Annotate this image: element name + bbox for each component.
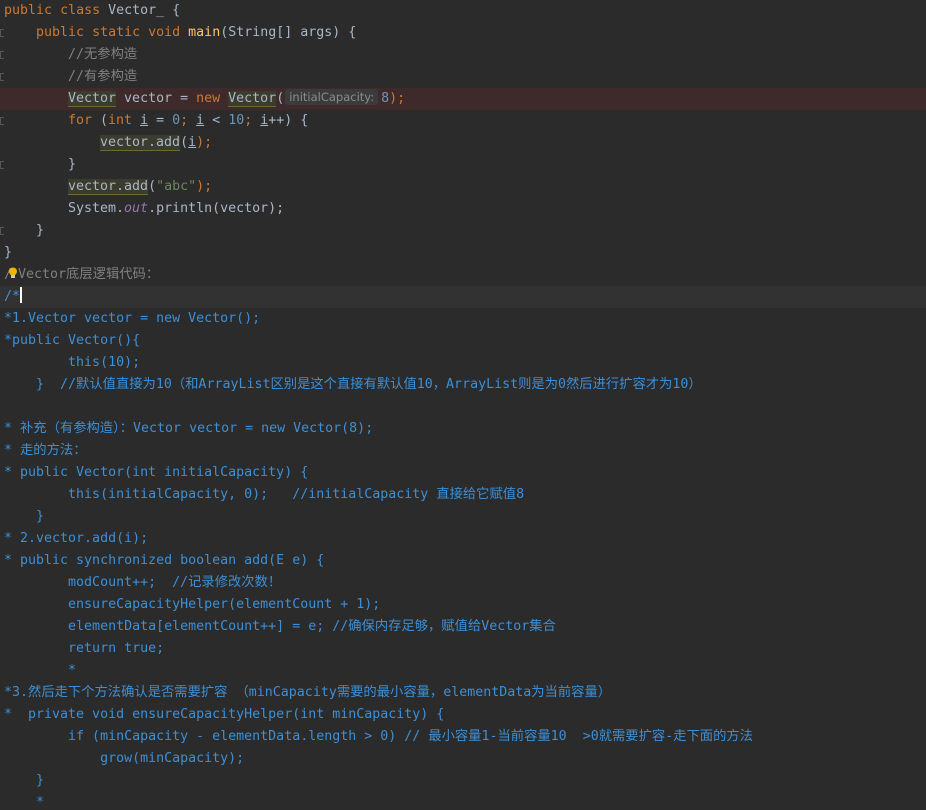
comment-line[interactable]: * (0, 660, 926, 682)
comment-line[interactable]: * public Vector(int initialCapacity) { (0, 462, 926, 484)
line-comment: //无参构造 (68, 47, 138, 62)
code-line[interactable]: System.out.println(vector); (0, 198, 926, 220)
number-literal: 8 (381, 91, 390, 106)
line-comment: //有参构造 (68, 69, 138, 84)
class-name: Vector_ (108, 3, 165, 18)
comment-line[interactable]: *public Vector(){ (0, 330, 926, 352)
code-line[interactable]: vector.add("abc"); (0, 176, 926, 198)
comment-line[interactable]: if (minCapacity - elementData.length > 0… (0, 726, 926, 748)
block-comment-open: /* (4, 289, 21, 304)
loop-variable: i (140, 113, 149, 128)
comment-line[interactable]: * 走的方法： (0, 440, 926, 462)
brace: { (172, 3, 181, 18)
comment-line[interactable]: modCount++; //记录修改次数！ (0, 572, 926, 594)
keyword: int (108, 113, 133, 128)
comment-line[interactable]: *3.然后走下个方法确认是否需要扩容 （minCapacity需要的最小容量，e… (0, 682, 926, 704)
keyword: class (60, 3, 101, 18)
code-line[interactable]: } (0, 242, 926, 264)
keyword: new (196, 91, 221, 106)
comment-line[interactable]: grow(minCapacity); (0, 748, 926, 770)
comment-line[interactable] (0, 396, 926, 418)
type-name: Vector (68, 91, 117, 107)
comment-line[interactable]: this(10); (0, 352, 926, 374)
method-call: vector.add (100, 135, 181, 151)
loop-variable: i (196, 113, 205, 128)
code-line[interactable]: //无参构造 (0, 44, 926, 66)
code-line[interactable]: } (0, 154, 926, 176)
variable-decl: vector = (116, 91, 197, 106)
code-line-highlighted[interactable]: Vector vector = new Vector(initialCapaci… (0, 88, 926, 110)
method-call: vector.add (68, 179, 149, 195)
static-field: out (124, 201, 149, 216)
keyword: void (148, 25, 181, 40)
code-line[interactable]: } (0, 220, 926, 242)
comment-line[interactable]: elementData[elementCount++] = e; //确保内存足… (0, 616, 926, 638)
lightbulb-icon[interactable] (8, 267, 18, 279)
comment-line[interactable]: *1.Vector vector = new Vector(); (0, 308, 926, 330)
code-line[interactable]: for (int i = 0; i < 10; i++) { (0, 110, 926, 132)
comment-line[interactable]: * 2.vector.add(i); (0, 528, 926, 550)
method-params: (String[] args) { (220, 25, 357, 40)
code-line[interactable]: vector.add(i); (0, 132, 926, 154)
keyword: public (4, 3, 53, 18)
comment-line[interactable]: } (0, 506, 926, 528)
comment-line[interactable]: * (0, 792, 926, 810)
parameter-hint: initialCapacity: (285, 89, 379, 105)
constructor-name: Vector (228, 91, 277, 107)
text-caret (20, 287, 23, 303)
string-literal: "abc" (156, 179, 197, 194)
code-line[interactable]: public class Vector_ { (0, 0, 926, 22)
code-line[interactable]: / Vector底层逻辑代码： (0, 264, 926, 286)
code-line[interactable]: public static void main(String[] args) { (0, 22, 926, 44)
comment-line[interactable]: } //默认值直接为10（和ArrayList区别是这个直接有默认值10，Arr… (0, 374, 926, 396)
comment-line[interactable]: ensureCapacityHelper(elementCount + 1); (0, 594, 926, 616)
comment-line[interactable]: * private void ensureCapacityHelper(int … (0, 704, 926, 726)
keyword: for (68, 113, 93, 128)
keyword: static (92, 25, 141, 40)
line-comment: Vector底层逻辑代码： (18, 267, 160, 282)
comment-line[interactable]: } (0, 770, 926, 792)
code-line-current[interactable]: /* (0, 286, 926, 308)
comment-line[interactable]: * 补充（有参构造）：Vector vector = new Vector(8)… (0, 418, 926, 440)
comment-line[interactable]: return true; (0, 638, 926, 660)
brace: } (4, 245, 13, 260)
brace: } (36, 223, 45, 238)
code-line[interactable]: //有参构造 (0, 66, 926, 88)
code-editor[interactable]: public class Vector_ { public static voi… (0, 0, 926, 810)
comment-line[interactable]: this(initialCapacity, 0); //initialCapac… (0, 484, 926, 506)
keyword: public (36, 25, 85, 40)
method-name: main (188, 25, 221, 40)
comment-line[interactable]: * public synchronized boolean add(E e) { (0, 550, 926, 572)
brace: } (68, 157, 77, 172)
